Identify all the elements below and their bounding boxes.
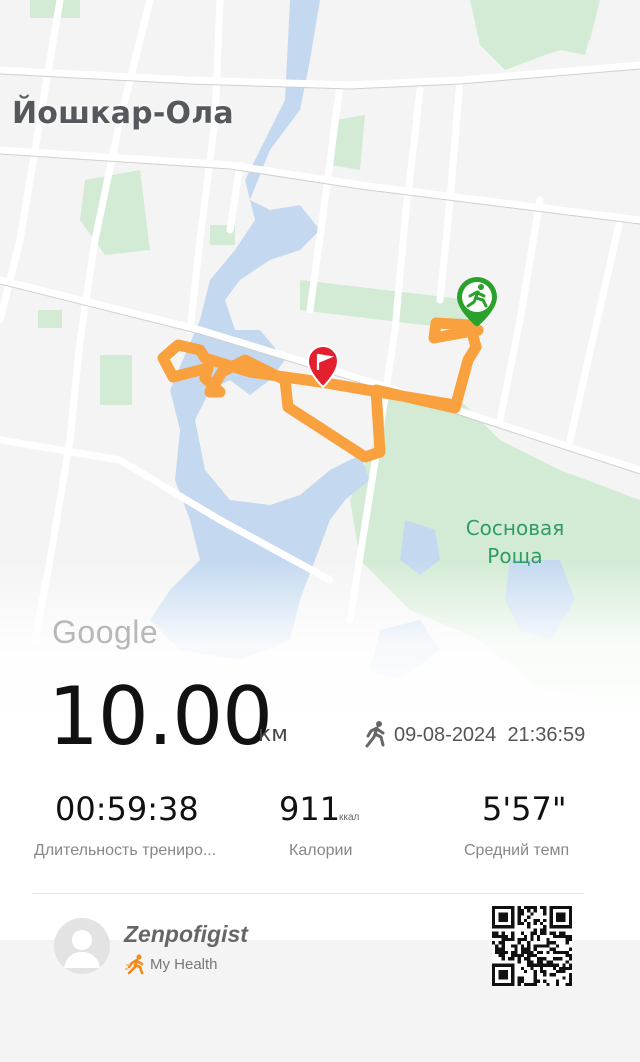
- workout-date: 09-08-2024: [394, 724, 497, 746]
- my-health-logo-icon: [125, 954, 144, 975]
- avatar[interactable]: [54, 918, 110, 974]
- distance-unit: км: [258, 722, 288, 747]
- running-icon: [365, 721, 385, 748]
- pace-value: 5'57": [482, 790, 567, 828]
- username: Zenpofigist: [124, 921, 248, 947]
- qr-code-icon[interactable]: [492, 906, 572, 986]
- city-label: Йошкар-Ола: [12, 96, 234, 131]
- calories-label: Калории: [289, 842, 353, 859]
- calories-unit: ккал: [339, 812, 360, 823]
- app-name: My Health: [150, 956, 218, 973]
- park-label: Сосновая Роща: [440, 514, 590, 570]
- divider: [32, 893, 584, 894]
- duration-value: 00:59:38: [55, 790, 199, 828]
- park-label-line2: Роща: [487, 544, 543, 568]
- pace-label: Средний темп: [464, 842, 570, 859]
- distance-value: 10.00: [48, 670, 273, 763]
- avatar-placeholder-icon: [64, 930, 100, 968]
- google-attribution: Google: [52, 614, 159, 650]
- duration-label: Длительность трениро...: [34, 842, 217, 859]
- workout-datetime: 09-08-2024 21:36:59: [394, 724, 585, 747]
- park-label-line1: Сосновая: [465, 516, 565, 540]
- calories-value: 911: [279, 790, 341, 828]
- workout-time: 21:36:59: [507, 724, 586, 746]
